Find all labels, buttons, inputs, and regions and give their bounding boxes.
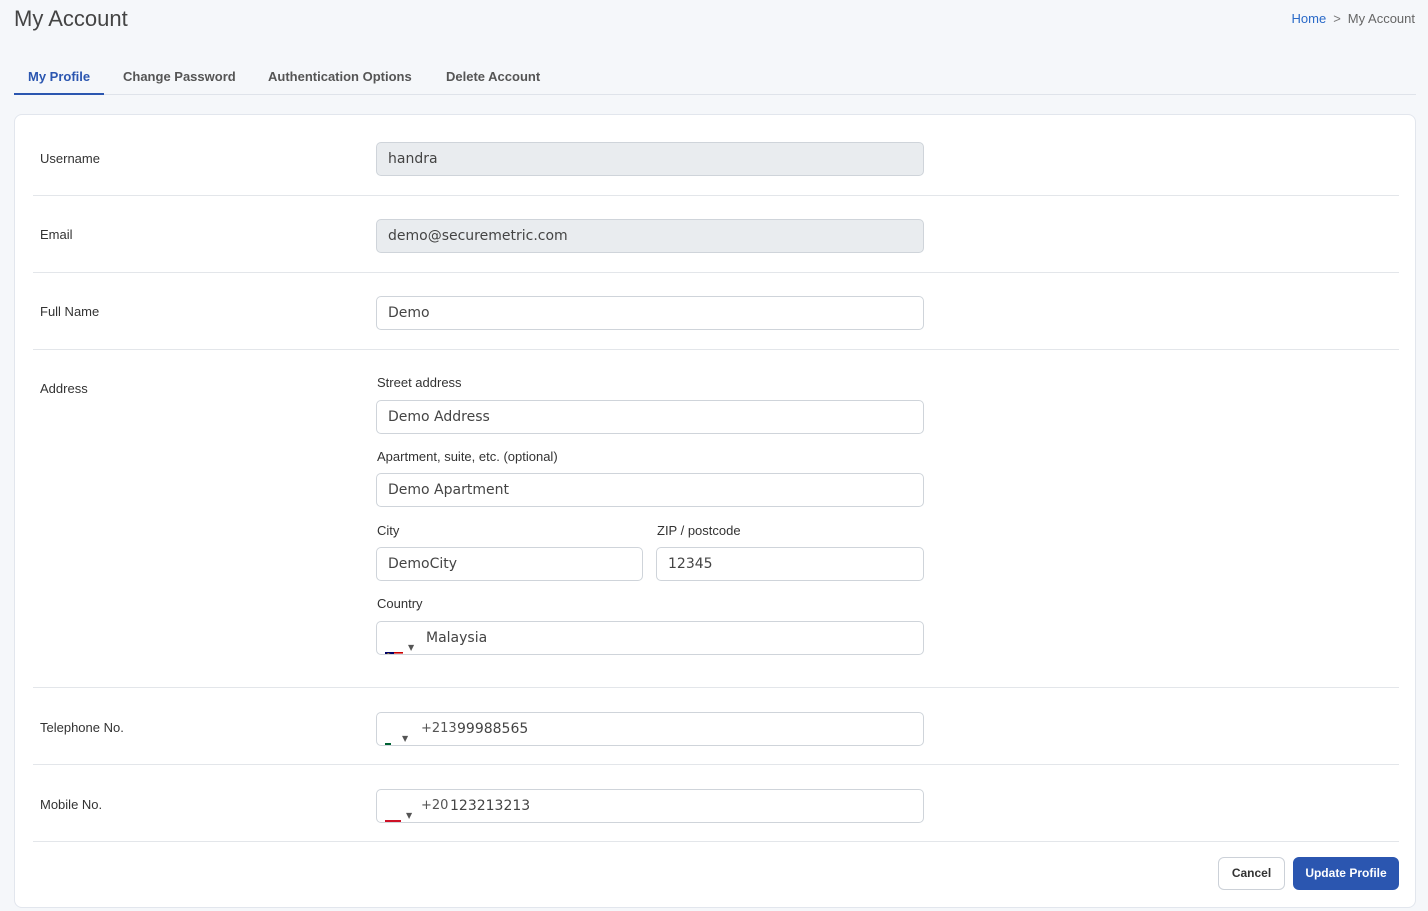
malaysia-flag-icon [385,643,403,654]
mobile-row: Mobile No. ▼ +20 123213213 [33,765,1399,842]
username-row: Username handra [33,115,1399,196]
full-name-input[interactable]: Demo [376,296,924,330]
chevron-down-icon: ▼ [406,811,413,820]
country-label: Country [377,596,423,611]
breadcrumb-current: My Account [1347,11,1415,26]
street-address-label: Street address [377,375,462,390]
update-profile-button[interactable]: Update Profile [1293,857,1399,890]
email-row: Email demo@securemetric.com [33,196,1399,273]
telephone-country-dropdown[interactable]: ▼ [385,723,408,755]
address-label: Address [40,381,88,396]
cancel-button[interactable]: Cancel [1218,857,1285,890]
tab-delete-account[interactable]: Delete Account [432,60,554,95]
page-title: My Account [14,6,128,31]
country-select[interactable]: ▼ Malaysia [376,621,924,655]
telephone-number: 99988565 [457,721,529,737]
apartment-label: Apartment, suite, etc. (optional) [377,449,558,464]
username-label: Username [40,151,100,166]
tab-change-password[interactable]: Change Password [109,60,250,95]
full-name-label: Full Name [40,304,100,319]
tab-bar: My Profile Change Password Authenticatio… [14,60,1416,95]
egypt-flag-icon [385,811,401,822]
telephone-label: Telephone No. [40,720,124,735]
address-row: Address Street address Demo Address Apar… [33,350,1399,688]
telephone-input[interactable]: ▼ +213 99988565 [376,712,924,746]
breadcrumb-home-link[interactable]: Home [1292,11,1327,26]
telephone-row: Telephone No. ▼ +213 99988565 [33,688,1399,765]
city-label: City [377,523,400,538]
tab-my-profile[interactable]: My Profile [14,60,105,95]
mobile-dial-code: +20 [421,798,449,813]
email-label: Email [40,227,73,242]
country-value: Malaysia [426,630,488,646]
profile-card: Username handra Email demo@securemetric.… [14,114,1416,908]
mobile-label: Mobile No. [40,797,103,812]
zip-input[interactable]: 12345 [656,547,924,581]
apartment-input[interactable]: Demo Apartment [376,473,924,507]
street-address-input[interactable]: Demo Address [376,400,924,434]
city-input[interactable]: DemoCity [376,547,643,581]
telephone-dial-code: +213 [421,721,457,736]
zip-label: ZIP / postcode [657,523,741,538]
algeria-flag-icon [385,734,397,745]
chevron-down-icon: ▼ [408,643,415,652]
breadcrumb-separator: > [1333,11,1341,26]
tab-authentication-options[interactable]: Authentication Options [254,60,426,95]
mobile-input[interactable]: ▼ +20 123213213 [376,789,924,823]
breadcrumb: Home > My Account [1292,11,1415,26]
chevron-down-icon: ▼ [402,734,409,743]
email-field[interactable]: demo@securemetric.com [376,219,924,253]
mobile-number: 123213213 [450,798,531,814]
mobile-country-dropdown[interactable]: ▼ [385,800,412,832]
username-field[interactable]: handra [376,142,924,176]
full-name-row: Full Name Demo [33,273,1399,350]
country-flag-dropdown[interactable]: ▼ [385,632,414,664]
